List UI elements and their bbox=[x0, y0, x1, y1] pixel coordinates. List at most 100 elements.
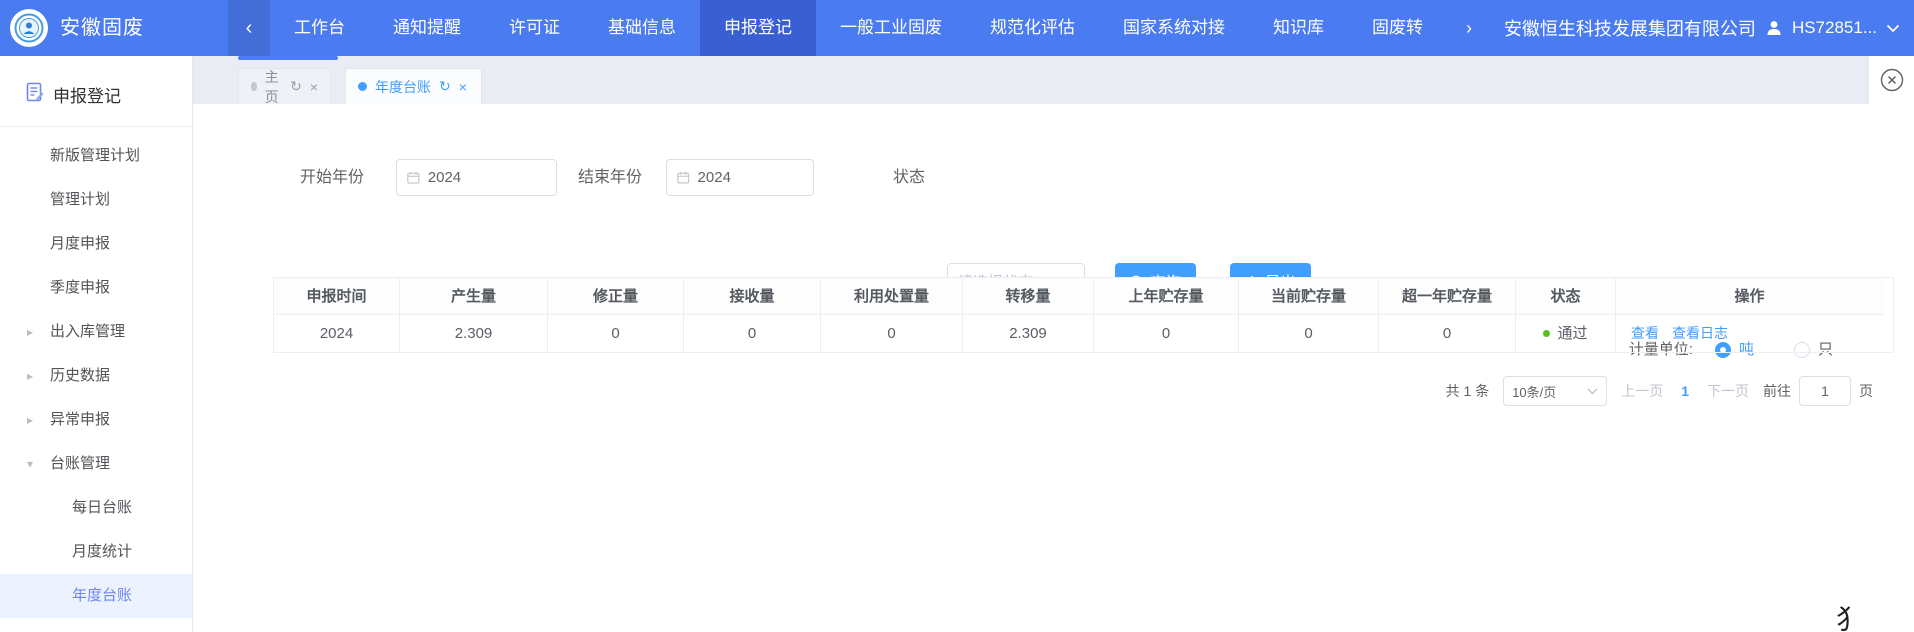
sidebar-item-new-management-plan[interactable]: 新版管理计划 bbox=[0, 134, 192, 178]
close-all-tabs-button[interactable] bbox=[1868, 56, 1914, 104]
sidebar-item-inout-warehouse[interactable]: ▸ 出入库管理 bbox=[0, 310, 192, 354]
app-title: 安徽固废 bbox=[60, 0, 144, 56]
chevron-down-icon bbox=[1587, 388, 1598, 395]
cell-declare-time: 2024 bbox=[274, 315, 400, 352]
chevron-right-icon: › bbox=[1466, 18, 1472, 38]
username-text[interactable]: HS72851... bbox=[1792, 18, 1877, 38]
corner-cutoff-glyph: 犭 bbox=[1836, 598, 1863, 632]
top-navbar: 安徽固废 ‹ 工作台 通知提醒 许可证 基础信息 申报登记 一般工业固废 规范化… bbox=[0, 0, 1914, 56]
app-logo-icon bbox=[10, 9, 48, 47]
sidebar-item-abnormal-declaration[interactable]: ▸ 异常申报 bbox=[0, 398, 192, 442]
caret-right-icon: ▸ bbox=[27, 398, 33, 442]
prev-page-button[interactable]: 上一页 bbox=[1621, 381, 1663, 401]
tab-label: 主页 bbox=[265, 67, 282, 107]
tabbar-scrollbar-thumb[interactable] bbox=[238, 56, 338, 60]
close-icon[interactable]: × bbox=[310, 79, 318, 95]
sidebar-item-label: 出入库管理 bbox=[50, 323, 125, 340]
nav-item-knowledge-base[interactable]: 知识库 bbox=[1249, 0, 1348, 56]
nav-item-basic-info[interactable]: 基础信息 bbox=[584, 0, 700, 56]
cell-transferred: 2.309 bbox=[963, 315, 1094, 352]
pagination-total: 共 1 条 bbox=[1446, 381, 1490, 401]
navbar-user-area: 安徽恒生科技发展集团有限公司 HS72851... bbox=[1504, 0, 1900, 56]
col-header-over-one-year-storage: 超一年贮存量 bbox=[1379, 278, 1516, 315]
tab-status-dot bbox=[251, 82, 257, 91]
refresh-icon[interactable]: ↻ bbox=[439, 78, 451, 95]
calendar-icon bbox=[407, 170, 420, 185]
tab-annual-ledger[interactable]: 年度台账 ↻ × bbox=[345, 68, 482, 104]
end-year-label: 结束年份 bbox=[578, 159, 642, 196]
start-year-label: 开始年份 bbox=[300, 159, 364, 196]
sidebar-item-history-data[interactable]: ▸ 历史数据 bbox=[0, 354, 192, 398]
nav-item-waste-transfer[interactable]: 固废转 bbox=[1348, 0, 1447, 56]
col-header-operations: 操作 bbox=[1616, 278, 1883, 315]
tab-status-dot bbox=[358, 82, 367, 91]
nav-item-standard-assessment[interactable]: 规范化评估 bbox=[966, 0, 1099, 56]
tab-bar: 主页 ↻ × 年度台账 ↻ × bbox=[193, 56, 1914, 104]
annual-ledger-table: 申报时间 产生量 修正量 接收量 利用处置量 转移量 上年贮存量 当前贮存量 超… bbox=[273, 277, 1894, 353]
close-icon[interactable]: × bbox=[459, 79, 467, 95]
calendar-icon bbox=[677, 170, 690, 185]
col-header-corrected: 修正量 bbox=[548, 278, 684, 315]
main-nav-menu: 工作台 通知提醒 许可证 基础信息 申报登记 一般工业固废 规范化评估 国家系统… bbox=[270, 0, 1447, 56]
status-label: 状态 bbox=[893, 159, 925, 196]
status-green-dot-icon bbox=[1543, 330, 1550, 337]
tab-label: 年度台账 bbox=[375, 77, 431, 97]
col-header-prev-year-storage: 上年贮存量 bbox=[1094, 278, 1239, 315]
sidebar-item-monthly-declaration[interactable]: 月度申报 bbox=[0, 222, 192, 266]
caret-right-icon: ▸ bbox=[27, 354, 33, 398]
refresh-icon[interactable]: ↻ bbox=[290, 78, 302, 95]
caret-right-icon: ▸ bbox=[27, 310, 33, 354]
sidebar-title: 申报登记 bbox=[53, 82, 121, 107]
tab-home[interactable]: 主页 ↻ × bbox=[238, 68, 331, 104]
nav-item-workbench[interactable]: 工作台 bbox=[270, 0, 369, 56]
sidebar-header: 申报登记 bbox=[0, 56, 192, 127]
company-name: 安徽恒生科技发展集团有限公司 bbox=[1504, 15, 1756, 41]
view-link[interactable]: 查看 bbox=[1631, 315, 1659, 352]
sidebar-collapse-button[interactable]: ‹ bbox=[228, 0, 270, 56]
pagination: 共 1 条 10条/页 上一页 1 下一页 前往 页 bbox=[1446, 376, 1873, 406]
goto-page-input[interactable] bbox=[1799, 376, 1851, 406]
col-header-generated: 产生量 bbox=[400, 278, 548, 315]
end-year-value[interactable] bbox=[698, 169, 803, 186]
nav-item-national-system[interactable]: 国家系统对接 bbox=[1099, 0, 1249, 56]
status-badge: 通过 bbox=[1557, 315, 1587, 352]
cell-generated: 2.309 bbox=[400, 315, 548, 352]
user-icon bbox=[1765, 19, 1783, 37]
col-header-received: 接收量 bbox=[684, 278, 821, 315]
end-year-input[interactable] bbox=[666, 159, 814, 196]
user-menu-chevron-down-icon[interactable] bbox=[1886, 24, 1900, 33]
nav-item-license[interactable]: 许可证 bbox=[485, 0, 584, 56]
sidebar-item-label: 异常申报 bbox=[50, 411, 110, 428]
sidebar-item-monthly-statistics[interactable]: 月度统计 bbox=[0, 530, 192, 574]
start-year-value[interactable] bbox=[428, 169, 546, 186]
cell-operations: 查看 查看日志 bbox=[1616, 315, 1883, 352]
nav-item-general-industrial-waste[interactable]: 一般工业固废 bbox=[816, 0, 966, 56]
cell-over-one-year-storage: 0 bbox=[1379, 315, 1516, 352]
col-header-current-storage: 当前贮存量 bbox=[1239, 278, 1379, 315]
nav-item-notifications[interactable]: 通知提醒 bbox=[369, 0, 485, 56]
nav-item-declaration[interactable]: 申报登记 bbox=[700, 0, 816, 56]
caret-down-icon: ▾ bbox=[27, 442, 33, 486]
col-header-transferred: 转移量 bbox=[963, 278, 1094, 315]
page-size-value: 10条/页 bbox=[1512, 382, 1556, 401]
current-page-button[interactable]: 1 bbox=[1677, 383, 1693, 399]
next-page-button[interactable]: 下一页 bbox=[1707, 381, 1749, 401]
col-header-utilized: 利用处置量 bbox=[821, 278, 963, 315]
sidebar-item-label: 台账管理 bbox=[50, 455, 110, 472]
chevron-left-icon: ‹ bbox=[246, 17, 253, 40]
col-header-status: 状态 bbox=[1516, 278, 1616, 315]
sidebar: 申报登记 新版管理计划 管理计划 月度申报 季度申报 ▸出入库管理 ▸历史数据 … bbox=[0, 56, 193, 632]
page-size-select[interactable]: 10条/页 bbox=[1503, 376, 1607, 406]
cell-current-storage: 0 bbox=[1239, 315, 1379, 352]
view-log-link[interactable]: 查看日志 bbox=[1672, 315, 1728, 352]
sidebar-item-label: 历史数据 bbox=[50, 367, 110, 384]
sidebar-item-daily-ledger[interactable]: 每日台账 bbox=[0, 486, 192, 530]
sidebar-item-ledger-management[interactable]: ▾ 台账管理 bbox=[0, 442, 192, 486]
sidebar-item-management-plan[interactable]: 管理计划 bbox=[0, 178, 192, 222]
start-year-input[interactable] bbox=[396, 159, 557, 196]
cell-corrected: 0 bbox=[548, 315, 684, 352]
goto-label: 前往 bbox=[1763, 381, 1791, 401]
nav-scroll-right-button[interactable]: › bbox=[1466, 0, 1472, 56]
sidebar-item-annual-ledger[interactable]: 年度台账 bbox=[0, 574, 192, 618]
sidebar-item-quarterly-declaration[interactable]: 季度申报 bbox=[0, 266, 192, 310]
